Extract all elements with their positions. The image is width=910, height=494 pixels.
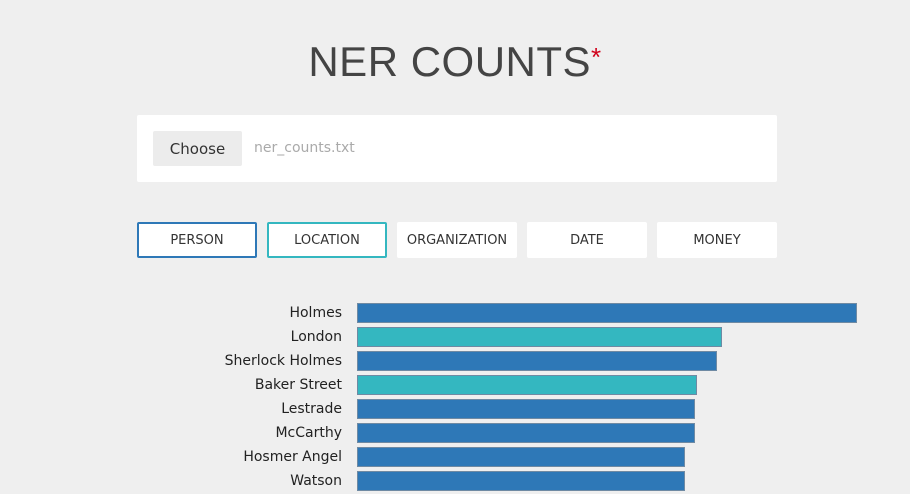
required-asterisk: * [591, 42, 602, 72]
page-title: NER COUNTS* [0, 38, 910, 86]
bar-label: Hosmer Angel [243, 449, 342, 465]
title-text: NER COUNTS [308, 38, 592, 85]
bar-london[interactable] [357, 327, 722, 347]
bar-sherlock-holmes[interactable] [357, 351, 717, 371]
bar-label: McCarthy [275, 425, 342, 441]
ner-counts-bar-chart: Holmes London Sherlock Holmes Baker Street L… [0, 300, 910, 494]
filter-money-button[interactable]: MONEY [657, 222, 777, 258]
bar-label: London [290, 329, 342, 345]
bar-label: Lestrade [281, 401, 342, 417]
filter-date-button[interactable]: DATE [527, 222, 647, 258]
file-name-label: ner_counts.txt [254, 140, 355, 156]
bar-label: Watson [290, 473, 342, 489]
bar-label: Sherlock Holmes [224, 353, 342, 369]
bar-mccarthy[interactable] [357, 423, 695, 443]
bar-watson[interactable] [357, 471, 685, 491]
filter-person-button[interactable]: PERSON [137, 222, 257, 258]
bar-lestrade[interactable] [357, 399, 695, 419]
bar-hosmer-angel[interactable] [357, 447, 685, 467]
choose-file-button[interactable]: Choose [153, 131, 242, 166]
bar-holmes[interactable] [357, 303, 857, 323]
bar-label: Holmes [289, 305, 342, 321]
bar-label: Baker Street [254, 377, 342, 393]
filter-organization-button[interactable]: ORGANIZATION [397, 222, 517, 258]
file-picker: Choose ner_counts.txt [137, 115, 777, 182]
bar-baker-street[interactable] [357, 375, 697, 395]
filter-location-button[interactable]: LOCATION [267, 222, 387, 258]
